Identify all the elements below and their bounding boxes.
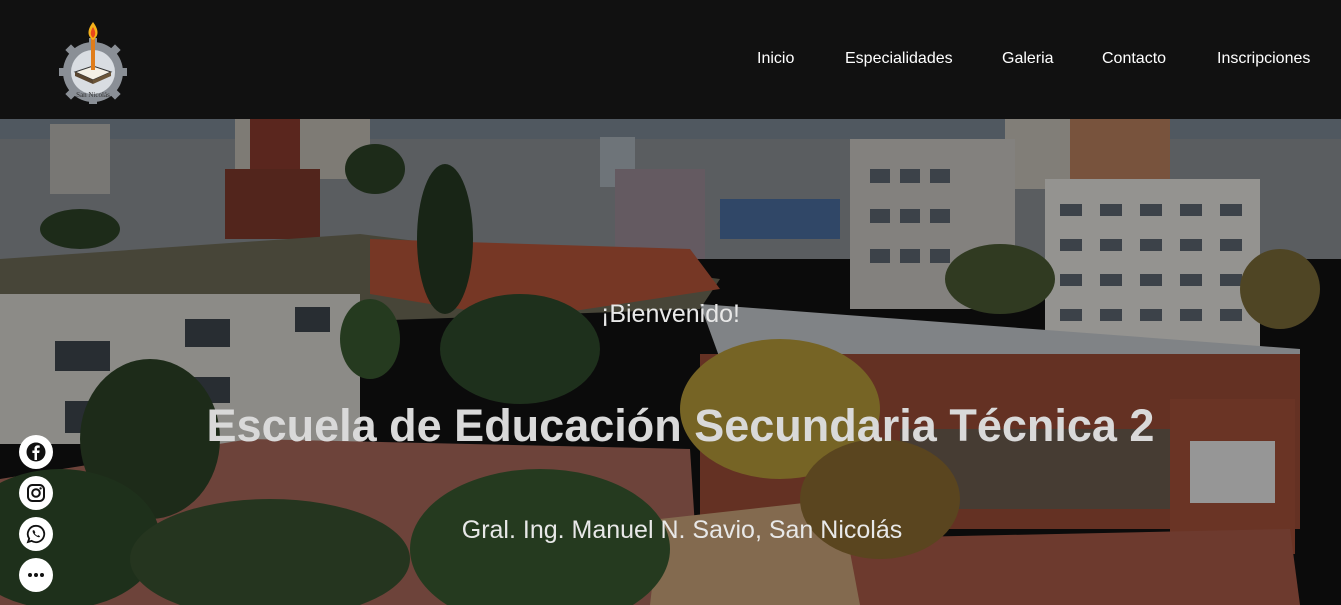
hero-title: Escuela de Educación Secundaria Técnica … bbox=[206, 400, 1155, 451]
more-icon bbox=[28, 573, 44, 577]
nav-inscripciones[interactable]: Inscripciones bbox=[1217, 50, 1310, 68]
instagram-icon bbox=[27, 484, 45, 502]
nav-contacto[interactable]: Contacto bbox=[1102, 50, 1166, 68]
school-logo[interactable]: San Nicolás bbox=[55, 22, 131, 104]
facebook-button[interactable] bbox=[19, 435, 53, 469]
more-button[interactable] bbox=[19, 558, 53, 592]
nav-inicio[interactable]: Inicio bbox=[757, 50, 794, 68]
navbar: San Nicolás Inicio Especialidades Galeri… bbox=[0, 0, 1341, 119]
logo-text: San Nicolás bbox=[76, 91, 110, 99]
hero-subtitle: Gral. Ing. Manuel N. Savio, San Nicolás bbox=[461, 516, 903, 544]
nav-galeria[interactable]: Galeria bbox=[1002, 50, 1054, 68]
instagram-button[interactable] bbox=[19, 476, 53, 510]
welcome-text: ¡Bienvenido! bbox=[601, 300, 740, 328]
facebook-icon bbox=[26, 442, 46, 462]
whatsapp-button[interactable] bbox=[19, 517, 53, 551]
whatsapp-icon bbox=[26, 524, 46, 544]
hero-section: ¡Bienvenido! Escuela de Educación Secund… bbox=[0, 119, 1341, 605]
nav-especialidades[interactable]: Especialidades bbox=[845, 50, 953, 68]
